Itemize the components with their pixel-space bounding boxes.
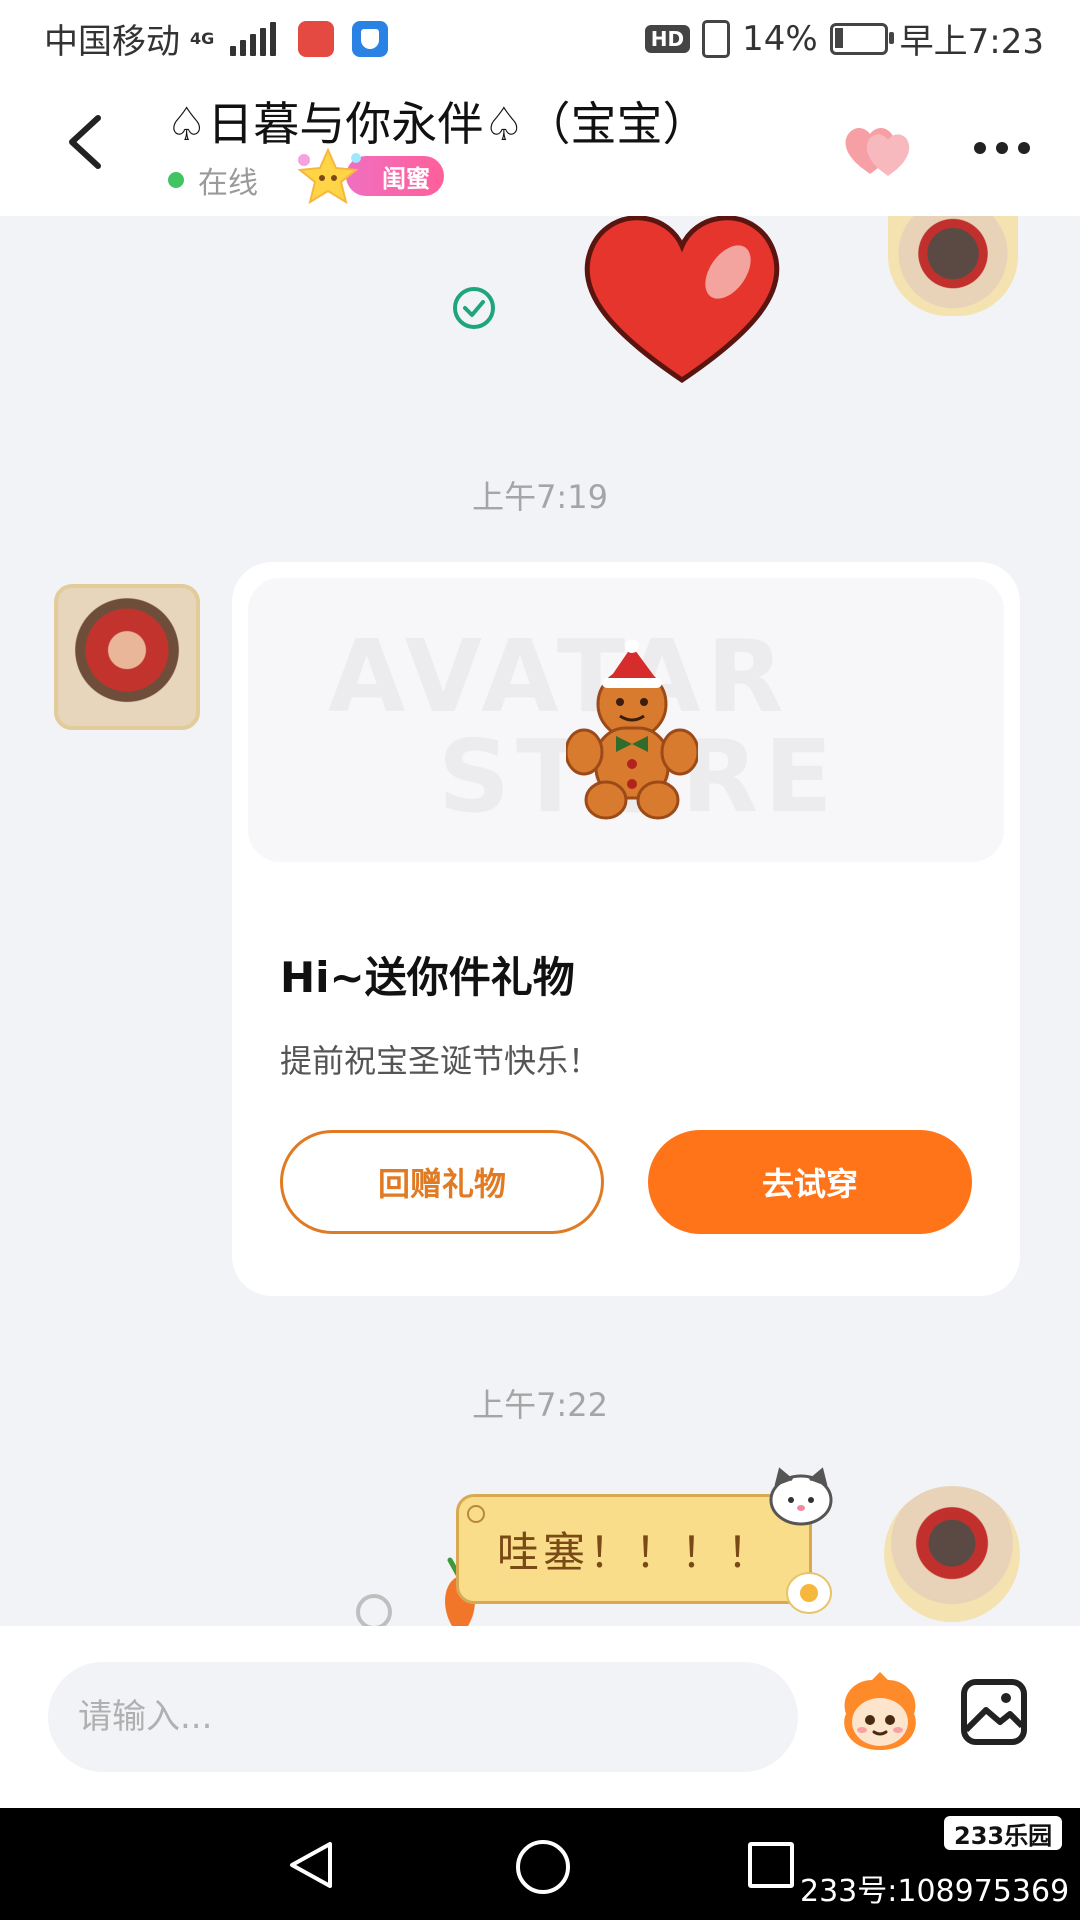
nav-home-icon[interactable] xyxy=(516,1840,570,1894)
read-check-icon xyxy=(453,287,495,329)
timestamp: 上午7:19 xyxy=(472,478,608,516)
clock: 早上7:23 xyxy=(899,22,1044,62)
online-status: 在线 xyxy=(168,158,258,202)
pin-icon xyxy=(467,1505,485,1523)
heart-sticker xyxy=(584,216,780,384)
image-icon[interactable] xyxy=(960,1678,1028,1746)
gift-title: Hi~送你件礼物 xyxy=(280,953,575,1002)
shopping-app-icon xyxy=(298,20,335,57)
sending-spinner-icon xyxy=(356,1594,392,1626)
network-label: 4G xyxy=(190,29,215,48)
watermark-id: 233号:108975369 xyxy=(800,1874,1070,1909)
status-right: HD 14% 早上7:23 xyxy=(644,14,1044,63)
page-title: ♤日暮与你永伴♤（宝宝） xyxy=(166,97,709,151)
try-on-button[interactable]: 去试穿 xyxy=(648,1130,972,1234)
cat-icon xyxy=(769,1467,833,1526)
chevron-left-icon[interactable] xyxy=(58,110,114,174)
relation-badge: 闺蜜 xyxy=(286,147,446,205)
more-dot xyxy=(1018,142,1030,154)
message-text: 哇塞！！！！ xyxy=(497,1527,774,1577)
return-gift-button[interactable]: 回赠礼物 xyxy=(280,1130,604,1234)
carrier-label: 中国移动 xyxy=(44,22,180,62)
star-icon xyxy=(297,147,361,205)
chat-header: ♤日暮与你永伴♤（宝宝） 在线 闺蜜 xyxy=(0,72,1080,216)
vibrate-icon xyxy=(702,19,731,58)
double-heart-icon[interactable] xyxy=(840,116,912,176)
more-options-button[interactable] xyxy=(966,134,1038,162)
gingerbread-icon xyxy=(566,640,698,820)
nav-recents-icon[interactable] xyxy=(748,1842,794,1888)
chat-area[interactable]: 上午7:19 AVATAR STORE xyxy=(0,216,1080,1626)
battery-percent: 14% xyxy=(742,18,818,59)
watermark-logo: 233乐园 xyxy=(944,1816,1063,1850)
my-avatar[interactable] xyxy=(888,216,1018,316)
more-dot xyxy=(996,142,1008,154)
hd-badge: HD xyxy=(644,24,691,53)
nav-back-icon[interactable] xyxy=(286,1840,336,1890)
status-bar: 中国移动 4G HD 14% 早上7:23 xyxy=(0,0,1080,72)
friend-avatar[interactable] xyxy=(54,584,200,730)
message-bubble[interactable]: 哇塞！！！！ xyxy=(456,1494,812,1604)
egg-flower-icon xyxy=(786,1572,832,1614)
gift-image-panel: AVATAR STORE xyxy=(248,578,1004,862)
input-bar xyxy=(0,1626,1080,1808)
battery-icon xyxy=(829,22,894,55)
emoji-face-icon[interactable] xyxy=(836,1670,924,1758)
system-nav-bar: 233乐园 233号:108975369 xyxy=(0,1808,1080,1920)
my-avatar[interactable] xyxy=(884,1486,1020,1622)
online-label: 在线 xyxy=(198,166,258,201)
more-dot xyxy=(974,142,986,154)
gift-card: AVATAR STORE Hi~送你件礼物 xyxy=(232,562,1020,1296)
status-left: 中国移动 4G xyxy=(44,14,389,63)
gift-subtitle: 提前祝宝圣诞节快乐！ xyxy=(280,1042,601,1080)
message-input[interactable] xyxy=(48,1662,798,1772)
signal-icon xyxy=(230,21,277,56)
shield-app-icon xyxy=(352,20,389,57)
online-dot xyxy=(168,172,184,188)
timestamp: 上午7:22 xyxy=(472,1386,608,1424)
